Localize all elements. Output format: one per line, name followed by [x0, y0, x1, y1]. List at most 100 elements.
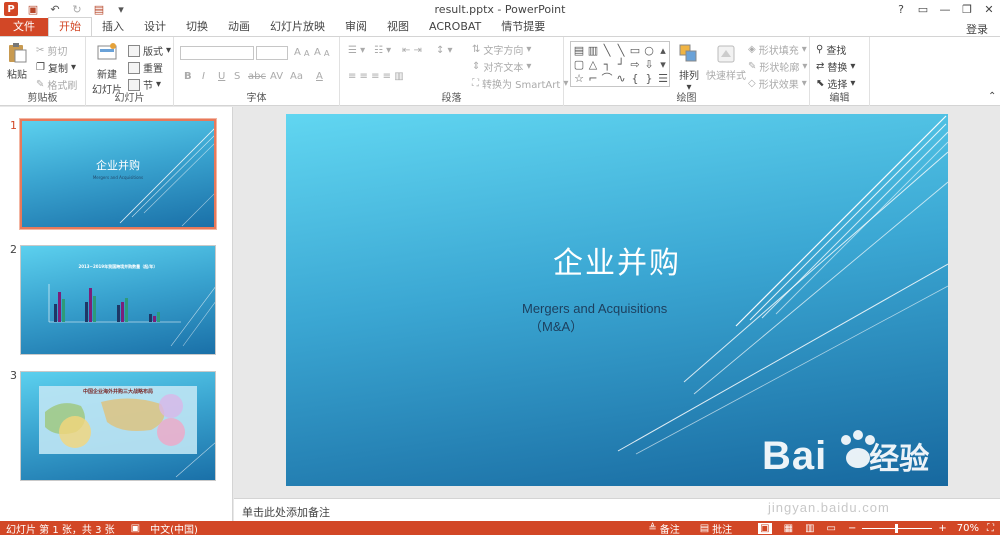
grow-font-button[interactable]: AA — [294, 47, 310, 58]
new-slide-button[interactable]: 新建 幻灯片 — [92, 42, 122, 96]
oval-shape-icon[interactable]: ○ — [642, 43, 656, 57]
redo-icon[interactable]: ↻ — [70, 2, 84, 16]
arc-shape-icon[interactable]: ⌒ — [600, 71, 614, 85]
tab-insert[interactable]: 插入 — [92, 18, 134, 36]
curve-shape-icon[interactable]: ∿ — [614, 71, 628, 85]
fit-slide-icon[interactable]: ⛶ — [987, 523, 994, 534]
start-slideshow-icon[interactable]: ▤ — [92, 2, 106, 16]
zoom-in-icon[interactable]: + — [938, 523, 946, 534]
font-family-combo[interactable] — [180, 46, 254, 60]
bracket-shape-icon[interactable]: ⌐ — [586, 71, 600, 85]
line-shape-icon[interactable]: ╲ — [600, 43, 614, 57]
shape-effects[interactable]: ◇ 形状效果 ▾ — [748, 76, 807, 91]
bold-button[interactable]: B — [184, 71, 192, 82]
save-icon[interactable]: ▣ — [26, 2, 40, 16]
minimize-icon[interactable]: — — [934, 0, 956, 18]
font-color-button[interactable]: A — [316, 71, 323, 82]
reading-view-icon[interactable]: ▥ — [805, 523, 814, 534]
slide-thumbnail-2[interactable]: 2013~2019年我国跨境并购数量（起/年） — [20, 245, 216, 355]
elbow-shape-icon[interactable]: ┐ — [600, 57, 614, 71]
shapes-gallery[interactable]: ▤ ▥ ╲ ╲ ▭ ○ ▴ ▢ △ ┐ ┘ ⇨ ⇩ ▾ ☆ ⌐ ⌒ ∿{} ☰ — [570, 41, 670, 87]
pen-icon: ✎ — [748, 61, 757, 72]
arrange-button[interactable]: 排列 ▾ — [678, 43, 700, 93]
customize-qat-icon[interactable]: ▾ — [114, 2, 128, 16]
undo-icon[interactable]: ↶ — [48, 2, 62, 16]
login-link[interactable]: 登录 — [966, 21, 988, 37]
more-shapes-icon[interactable]: ☰ — [656, 71, 670, 85]
zoom-slider-thumb[interactable] — [895, 523, 899, 533]
tab-animations[interactable]: 动画 — [218, 18, 260, 36]
rect-shape-icon[interactable]: ▭ — [628, 43, 642, 57]
shape-fill[interactable]: ◈ 形状填充 ▾ — [748, 42, 807, 57]
zoom-out-icon[interactable]: − — [848, 523, 856, 534]
numbering-button[interactable]: ☷ ▾ — [374, 45, 391, 56]
textbox-shape-icon[interactable]: ▤ — [572, 43, 586, 57]
tab-home[interactable]: 开始 — [48, 17, 92, 36]
elbow2-shape-icon[interactable]: ┘ — [614, 57, 628, 71]
slide-thumbnail-1[interactable]: 企业并购 Mergers and Acquisitions — [19, 118, 217, 230]
brace-right-shape-icon[interactable]: } — [642, 71, 656, 85]
tab-view[interactable]: 视图 — [377, 18, 419, 36]
notes-toggle-icon[interactable]: ≜ — [648, 523, 656, 534]
restore-icon[interactable]: ❐ — [956, 0, 978, 18]
arrow-right-shape-icon[interactable]: ⇨ — [628, 57, 642, 71]
scroll-down-icon[interactable]: ▾ — [656, 57, 670, 71]
brace-left-shape-icon[interactable]: { — [628, 71, 642, 85]
slideshow-icon[interactable]: ▭ — [827, 523, 836, 534]
tab-review[interactable]: 审阅 — [335, 18, 377, 36]
align-text-button[interactable]: ⇕ 对齐文本 ▾ — [472, 59, 531, 74]
shrink-font-button[interactable]: AA — [314, 47, 330, 58]
tab-file[interactable]: 文件 — [0, 18, 48, 36]
copy-button[interactable]: ❐ 复制 ▾ — [36, 60, 76, 75]
tab-storyboard[interactable]: 情节提要 — [491, 18, 555, 36]
tab-transitions[interactable]: 切换 — [176, 18, 218, 36]
align-buttons[interactable]: ≡ ≡ ≡ ≡ ▥ — [348, 71, 404, 82]
roundrect-shape-icon[interactable]: ▢ — [572, 57, 586, 71]
quick-styles-button[interactable]: 快速样式 — [706, 43, 746, 82]
zoom-level[interactable]: 70% — [957, 523, 979, 534]
tab-slideshow[interactable]: 幻灯片放映 — [260, 18, 335, 36]
vertical-textbox-shape-icon[interactable]: ▥ — [586, 43, 600, 57]
find-button[interactable]: ⚲ 查找 — [816, 42, 846, 57]
line2-shape-icon[interactable]: ╲ — [614, 43, 628, 57]
notes-toggle[interactable]: 备注 — [660, 521, 680, 535]
language[interactable]: 中文(中国) — [150, 521, 198, 535]
paste-button[interactable]: 粘贴 — [6, 42, 28, 81]
italic-button[interactable]: I — [202, 71, 205, 82]
layout-button[interactable]: 版式 ▾ — [128, 43, 171, 58]
reset-button[interactable]: 重置 — [128, 60, 163, 75]
ribbon-display-options-icon[interactable]: ▭ — [912, 0, 934, 18]
collapse-ribbon-icon[interactable]: ⌃ — [988, 91, 996, 102]
underline-button[interactable]: U — [218, 71, 225, 82]
char-spacing-button[interactable]: AV — [270, 71, 283, 82]
shadow-button[interactable]: S — [234, 71, 240, 82]
change-case-button[interactable]: Aa — [290, 71, 303, 82]
arrow-down-shape-icon[interactable]: ⇩ — [642, 57, 656, 71]
slide-subtitle-line1[interactable]: Mergers and Acquisitions — [522, 302, 667, 316]
bullets-button[interactable]: ☰ ▾ — [348, 45, 365, 56]
zoom-slider[interactable] — [862, 523, 933, 533]
close-icon[interactable]: ✕ — [978, 0, 1000, 18]
star-shape-icon[interactable]: ☆ — [572, 71, 586, 85]
font-size-combo[interactable] — [256, 46, 288, 60]
indent-buttons[interactable]: ⇤ ⇥ — [402, 45, 422, 56]
slide-subtitle-line2[interactable]: （M&A） — [529, 316, 583, 335]
shape-outline[interactable]: ✎ 形状轮廓 ▾ — [748, 59, 807, 74]
comments-icon[interactable]: ▤ — [700, 523, 709, 534]
slide-sorter-icon[interactable]: ▦ — [784, 523, 793, 534]
line-spacing-button[interactable]: ↕ ▾ — [436, 45, 453, 56]
strikethrough-button[interactable]: abc — [248, 71, 266, 82]
tab-acrobat[interactable]: ACROBAT — [419, 18, 491, 36]
comments-toggle[interactable]: 批注 — [712, 521, 732, 535]
text-direction-button[interactable]: ⇅ 文字方向 ▾ — [472, 42, 531, 57]
tab-design[interactable]: 设计 — [134, 18, 176, 36]
replace-button[interactable]: ⇄ 替换 ▾ — [816, 59, 855, 74]
slide-title[interactable]: 企业并购 — [286, 238, 948, 282]
scroll-up-icon[interactable]: ▴ — [656, 43, 670, 57]
triangle-shape-icon[interactable]: △ — [586, 57, 600, 71]
cut-button[interactable]: ✂ 剪切 — [36, 43, 67, 58]
normal-view-icon[interactable]: ▣ — [758, 522, 772, 534]
help-button[interactable]: ? — [890, 0, 912, 18]
spellcheck-icon[interactable]: ▣ — [131, 523, 140, 534]
slide-thumbnail-3[interactable]: 中国企业海外并购三大战略布局 — [20, 371, 216, 481]
